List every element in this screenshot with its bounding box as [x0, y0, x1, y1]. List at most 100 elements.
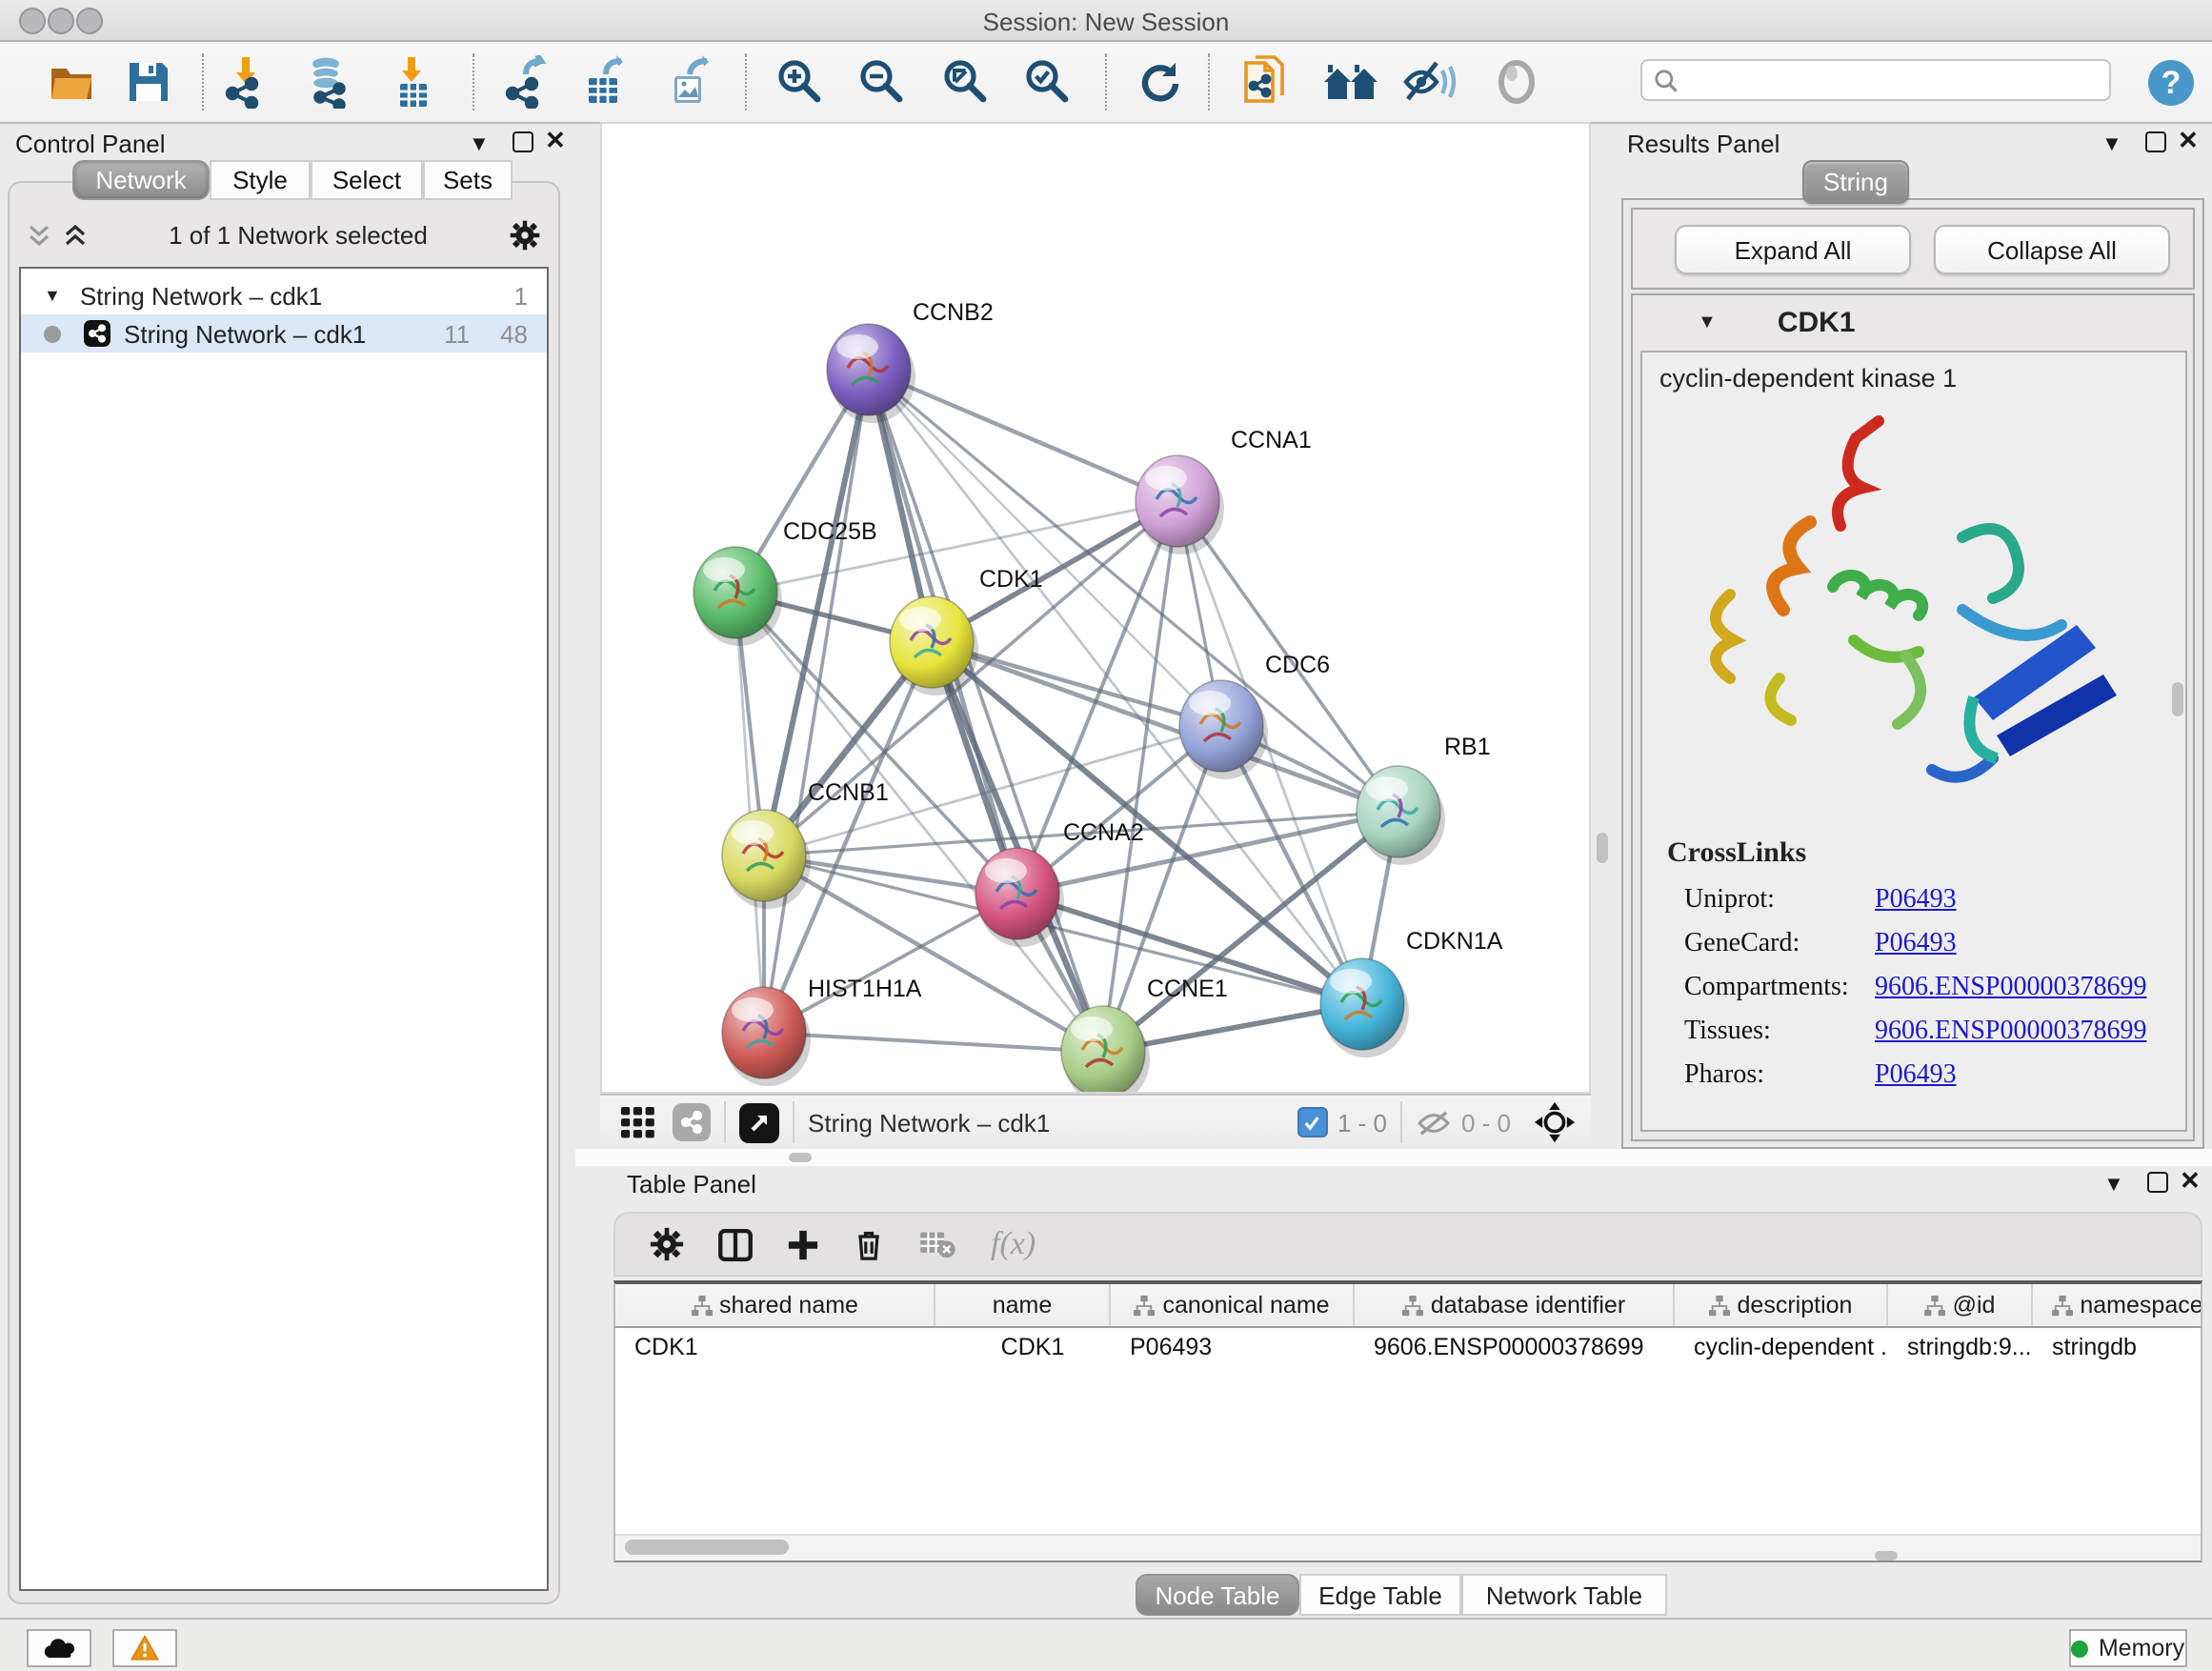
network-canvas[interactable]: CCNB2CCNA1CDC25BCDK1CDC6RB1CCNB1CCNA2CDK…	[600, 122, 1591, 1094]
table-cell[interactable]: cyclin-dependent ...	[1675, 1328, 1888, 1366]
fit-selected-crosshair-icon[interactable]	[1534, 1101, 1576, 1143]
zoom-fit-button[interactable]	[934, 50, 998, 114]
gene-section-header[interactable]: ▼ CDK1	[1633, 295, 2193, 351]
crosslink-value[interactable]: 9606.ENSP00000378699	[1875, 1017, 2146, 1048]
table-cell[interactable]: P06493	[1111, 1328, 1355, 1366]
toolbar-search-field[interactable]	[1640, 59, 2111, 101]
crosslink-value[interactable]: 9606.ENSP00000378699	[1875, 974, 2146, 1004]
column-header-namespace[interactable]: namespace	[2033, 1284, 2202, 1326]
cloud-status-button[interactable]	[27, 1629, 91, 1667]
network-edge[interactable]	[869, 370, 1177, 501]
collapse-all-icon[interactable]	[27, 222, 51, 247]
control-panel-float-icon[interactable]	[513, 131, 533, 152]
expand-all-icon[interactable]	[63, 222, 88, 247]
vertical-splitter-handle[interactable]	[1597, 833, 1608, 863]
gene-disclosure-icon[interactable]: ▼	[1698, 312, 1717, 333]
table-data-row[interactable]: CDK1CDK1P064939606.ENSP00000378699cyclin…	[615, 1328, 2201, 1366]
expand-all-button[interactable]: Expand All	[1675, 225, 1911, 274]
results-panel-close-icon[interactable]: ✕	[2178, 130, 2199, 152]
network-node-cdc6[interactable]: CDC6	[1179, 652, 1330, 779]
network-node-ccna1[interactable]: CCNA1	[1136, 427, 1312, 554]
column-header-shared-name[interactable]: shared name	[615, 1284, 935, 1326]
import-network-from-database-button[interactable]	[297, 50, 362, 114]
tab-network[interactable]: Network	[72, 160, 210, 200]
table-scrollbar-thumb[interactable]	[625, 1540, 789, 1555]
control-panel-close-icon[interactable]: ✕	[545, 130, 566, 152]
crosslink-value[interactable]: P06493	[1875, 886, 1957, 916]
network-edge[interactable]	[764, 1033, 1103, 1052]
tab-network-table[interactable]: Network Table	[1461, 1574, 1667, 1616]
eye-button[interactable]	[1484, 50, 1549, 114]
grid-view-icon[interactable]	[619, 1103, 657, 1141]
horizontal-splitter-handle[interactable]	[789, 1153, 812, 1162]
tree-disclosure-icon[interactable]: ▼	[44, 286, 61, 305]
tab-edge-table[interactable]: Edge Table	[1299, 1574, 1461, 1616]
help-button[interactable]: ?	[2138, 50, 2202, 114]
table-splitter-handle[interactable]	[1875, 1551, 1898, 1560]
export-table-button[interactable]	[573, 50, 638, 114]
results-scrollbar-thumb[interactable]	[2172, 682, 2183, 716]
table-cell[interactable]: CDK1	[935, 1328, 1111, 1366]
warnings-button[interactable]	[112, 1629, 177, 1667]
zoom-out-button[interactable]	[850, 50, 915, 114]
results-panel-menu-icon[interactable]: ▼	[2101, 133, 2122, 156]
network-node-cdkn1a[interactable]: CDKN1A	[1320, 928, 1503, 1057]
network-view-toolbar: String Network – cdk1 1 - 0 0 - 0	[600, 1094, 1591, 1151]
table-panel-float-icon[interactable]	[2147, 1172, 2168, 1193]
delete-column-icon[interactable]	[854, 1227, 884, 1261]
tab-string[interactable]: String	[1802, 160, 1909, 204]
table-cell[interactable]: 9606.ENSP00000378699	[1355, 1328, 1675, 1366]
node-label: CCNA2	[1063, 819, 1144, 846]
add-column-icon[interactable]	[787, 1228, 819, 1260]
tab-style[interactable]: Style	[210, 160, 311, 200]
network-edge[interactable]	[932, 642, 1103, 1052]
table-settings-gear-icon[interactable]	[650, 1227, 684, 1261]
network-options-gear-icon[interactable]	[509, 218, 541, 251]
network-node-hist1h1a[interactable]: HIST1H1A	[722, 976, 922, 1086]
network-file-button[interactable]	[1233, 50, 1297, 114]
import-network-button[interactable]	[215, 50, 280, 114]
network-share-view-icon[interactable]	[673, 1103, 711, 1141]
import-table-button[interactable]	[381, 50, 446, 114]
network-tree-item-row[interactable]: String Network – cdk1 11 48	[21, 314, 547, 352]
birds-eye-view-icon[interactable]	[739, 1102, 779, 1142]
horizontal-splitter[interactable]	[575, 1149, 2212, 1166]
table-panel-menu-icon[interactable]: ▼	[2103, 1174, 2124, 1197]
refresh-button[interactable]	[1126, 50, 1191, 114]
memory-button[interactable]: Memory	[2069, 1629, 2187, 1667]
network-edge[interactable]	[764, 370, 869, 1033]
network-edge[interactable]	[1103, 501, 1177, 1052]
results-panel-float-icon[interactable]	[2145, 131, 2166, 152]
control-panel-menu-icon[interactable]: ▼	[469, 133, 490, 156]
table-panel-close-icon[interactable]: ✕	[2180, 1170, 2201, 1193]
hide-glasses-button[interactable]	[1397, 50, 1461, 114]
network-edge[interactable]	[735, 501, 1177, 593]
column-header-canonical-name[interactable]: canonical name	[1111, 1284, 1355, 1326]
export-image-button[interactable]	[657, 50, 722, 114]
save-session-button[interactable]	[116, 50, 181, 114]
network-tree-root-row[interactable]: ▼ String Network – cdk1 1	[21, 276, 547, 314]
column-header-description[interactable]: description	[1675, 1284, 1888, 1326]
crosslink-value[interactable]: P06493	[1875, 930, 1957, 960]
tab-node-table[interactable]: Node Table	[1136, 1574, 1299, 1616]
open-session-button[interactable]	[38, 50, 103, 114]
export-network-button[interactable]	[495, 50, 560, 114]
zoom-in-button[interactable]	[768, 50, 833, 114]
column-header-database-identifier[interactable]: database identifier	[1355, 1284, 1675, 1326]
home-networks-button[interactable]	[1318, 50, 1383, 114]
zoom-selected-button[interactable]	[1016, 50, 1080, 114]
show-columns-icon[interactable]	[718, 1228, 753, 1260]
table-horizontal-scrollbar[interactable]	[615, 1534, 2201, 1560]
crosslink-value[interactable]: P06493	[1875, 1061, 1957, 1092]
network-node-rb1[interactable]: RB1	[1357, 734, 1491, 865]
tab-sets[interactable]: Sets	[423, 160, 513, 200]
column-header-name[interactable]: name	[935, 1284, 1111, 1326]
table-cell[interactable]: CDK1	[615, 1328, 935, 1366]
collapse-all-button[interactable]: Collapse All	[1934, 225, 2170, 274]
selected-checkbox-icon[interactable]	[1297, 1107, 1328, 1137]
table-cell[interactable]: stringdb	[2033, 1328, 2202, 1366]
column-header--id[interactable]: @id	[1888, 1284, 2033, 1326]
tab-select[interactable]: Select	[311, 160, 423, 200]
network-edge[interactable]	[869, 370, 1398, 812]
table-cell[interactable]: stringdb:9...	[1888, 1328, 2033, 1366]
